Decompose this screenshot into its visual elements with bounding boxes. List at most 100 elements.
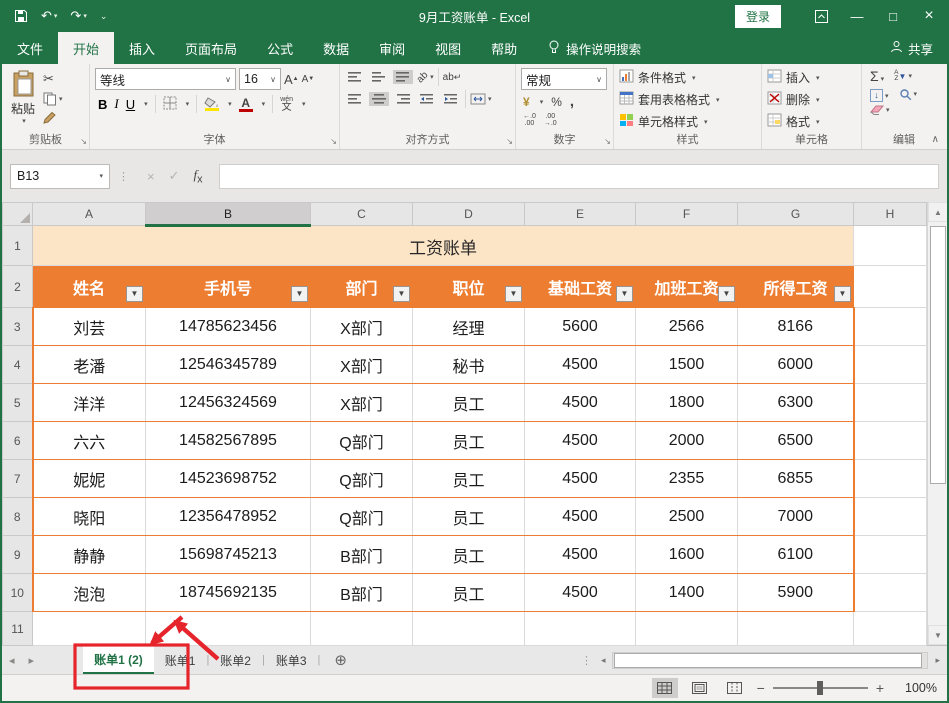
cell-G4[interactable]: 6000 xyxy=(738,346,854,384)
orientation-icon[interactable]: ab▾ xyxy=(417,72,434,83)
phonetic-guide-icon[interactable]: wén 文 xyxy=(280,96,293,113)
borders-icon[interactable] xyxy=(163,96,177,113)
merge-center-icon[interactable]: ▾ xyxy=(470,93,492,105)
column-header-G[interactable]: G xyxy=(738,203,854,226)
align-right-icon[interactable] xyxy=(393,92,413,106)
cell-B11[interactable] xyxy=(146,612,311,646)
column-header-H[interactable]: H xyxy=(854,203,927,226)
cell-E8[interactable]: 4500 xyxy=(525,498,636,536)
font-dialog-launcher-icon[interactable]: ↘ xyxy=(330,137,337,146)
header-cell-姓名[interactable]: 姓名▼ xyxy=(33,266,146,308)
styles-item-条件格式[interactable]: 条件格式▾ xyxy=(619,68,756,87)
row-header-2[interactable]: 2 xyxy=(3,266,33,308)
cell-A8[interactable]: 晓阳 xyxy=(33,498,146,536)
redo-icon[interactable]: ↷▾ xyxy=(70,8,86,24)
row-header-1[interactable]: 1 xyxy=(3,226,33,266)
fill-color-dropdown-icon[interactable]: ▾ xyxy=(228,100,232,108)
cell-H8[interactable] xyxy=(854,498,927,536)
cell-F9[interactable]: 1600 xyxy=(636,536,738,574)
cell-G6[interactable]: 6500 xyxy=(738,422,854,460)
column-header-D[interactable]: D xyxy=(413,203,525,226)
sign-in-button[interactable]: 登录 xyxy=(735,5,781,28)
cell-G10[interactable]: 5900 xyxy=(738,574,854,612)
cell-H1[interactable] xyxy=(854,226,927,266)
horizontal-scroll-thumb[interactable] xyxy=(614,653,922,668)
ribbon-tab-文件[interactable]: 文件 xyxy=(2,32,58,64)
page-break-view-icon[interactable] xyxy=(722,678,748,698)
row-header-8[interactable]: 8 xyxy=(3,498,33,536)
cells-item-删除[interactable]: 删除▾ xyxy=(767,90,856,109)
cell-F5[interactable]: 1800 xyxy=(636,384,738,422)
cell-A10[interactable]: 泡泡 xyxy=(33,574,146,612)
sort-filter-icon[interactable]: AZ ▼▾ xyxy=(894,70,912,82)
cell-D3[interactable]: 经理 xyxy=(413,308,525,346)
cell-B5[interactable]: 12456324569 xyxy=(146,384,311,422)
confirm-entry-icon[interactable]: ✓ xyxy=(169,168,180,184)
ribbon-tab-数据[interactable]: 数据 xyxy=(308,32,364,64)
increase-decimal-icon[interactable]: ←.0.00 xyxy=(523,113,536,127)
cell-A9[interactable]: 静静 xyxy=(33,536,146,574)
page-layout-view-icon[interactable] xyxy=(687,678,713,698)
font-size-select[interactable]: 16∨ xyxy=(239,68,281,90)
zoom-slider[interactable] xyxy=(773,687,868,689)
ribbon-tab-插入[interactable]: 插入 xyxy=(114,32,170,64)
cell-C10[interactable]: B部门 xyxy=(311,574,413,612)
cell-B9[interactable]: 15698745213 xyxy=(146,536,311,574)
copy-icon[interactable]: ▾ xyxy=(43,92,63,106)
font-color-dropdown-icon[interactable]: ▾ xyxy=(262,100,266,108)
close-button[interactable]: × xyxy=(911,0,947,32)
align-bottom-icon[interactable] xyxy=(393,70,413,84)
column-header-B[interactable]: B xyxy=(146,203,311,226)
tell-me-search[interactable]: 操作说明搜索 xyxy=(548,32,641,64)
row-header-7[interactable]: 7 xyxy=(3,460,33,498)
ribbon-display-options-icon[interactable] xyxy=(803,0,839,32)
cell-E9[interactable]: 4500 xyxy=(525,536,636,574)
name-box-dropdown-icon[interactable]: ▾ xyxy=(99,172,103,180)
increase-font-icon[interactable]: A▲ xyxy=(284,72,299,87)
align-top-icon[interactable] xyxy=(345,70,365,84)
sheet-tab-账单3[interactable]: 账单3 xyxy=(265,646,318,674)
undo-dropdown-icon[interactable]: ▾ xyxy=(54,12,58,20)
number-dialog-launcher-icon[interactable]: ↘ xyxy=(604,137,611,146)
autosum-icon[interactable]: Σ▾ xyxy=(870,68,884,84)
zoom-out-icon[interactable]: − xyxy=(757,680,765,696)
cell-H5[interactable] xyxy=(854,384,927,422)
underline-button[interactable]: U xyxy=(126,97,135,112)
filter-button-加班工资[interactable]: ▼ xyxy=(718,286,735,302)
ribbon-tab-视图[interactable]: 视图 xyxy=(420,32,476,64)
cell-E4[interactable]: 4500 xyxy=(525,346,636,384)
cell-E3[interactable]: 5600 xyxy=(525,308,636,346)
cell-H7[interactable] xyxy=(854,460,927,498)
cell-B10[interactable]: 18745692135 xyxy=(146,574,311,612)
cell-C8[interactable]: Q部门 xyxy=(311,498,413,536)
name-box[interactable]: B13 ▾ xyxy=(10,164,110,189)
cell-C3[interactable]: X部门 xyxy=(311,308,413,346)
filter-button-手机号[interactable]: ▼ xyxy=(291,286,308,302)
borders-dropdown-icon[interactable]: ▾ xyxy=(186,100,190,108)
underline-dropdown-icon[interactable]: ▾ xyxy=(144,100,148,108)
wrap-text-icon[interactable]: ab↵ xyxy=(443,72,462,83)
cells-item-格式[interactable]: 格式▾ xyxy=(767,112,856,131)
cell-C9[interactable]: B部门 xyxy=(311,536,413,574)
cell-D6[interactable]: 员工 xyxy=(413,422,525,460)
decrease-indent-icon[interactable] xyxy=(417,92,437,106)
cell-F4[interactable]: 1500 xyxy=(636,346,738,384)
new-sheet-icon[interactable]: ⊕ xyxy=(334,646,347,674)
formula-input[interactable] xyxy=(219,164,939,189)
hscroll-left-icon[interactable]: ◂ xyxy=(598,655,609,666)
align-left-icon[interactable] xyxy=(345,92,365,106)
select-all-corner[interactable] xyxy=(3,203,33,226)
zoom-in-icon[interactable]: + xyxy=(876,680,884,696)
cell-E10[interactable]: 4500 xyxy=(525,574,636,612)
cell-F10[interactable]: 1400 xyxy=(636,574,738,612)
horizontal-scrollbar[interactable] xyxy=(612,652,928,669)
cell-C6[interactable]: Q部门 xyxy=(311,422,413,460)
font-name-select[interactable]: 等线∨ xyxy=(95,68,236,90)
sheet-nav-left-icon[interactable]: ◂ xyxy=(2,646,22,674)
row-header-6[interactable]: 6 xyxy=(3,422,33,460)
italic-button[interactable]: I xyxy=(114,96,118,112)
cell-H9[interactable] xyxy=(854,536,927,574)
cell-B6[interactable]: 14582567895 xyxy=(146,422,311,460)
fill-icon[interactable]: ↓▾ xyxy=(870,87,889,102)
cell-G5[interactable]: 6300 xyxy=(738,384,854,422)
